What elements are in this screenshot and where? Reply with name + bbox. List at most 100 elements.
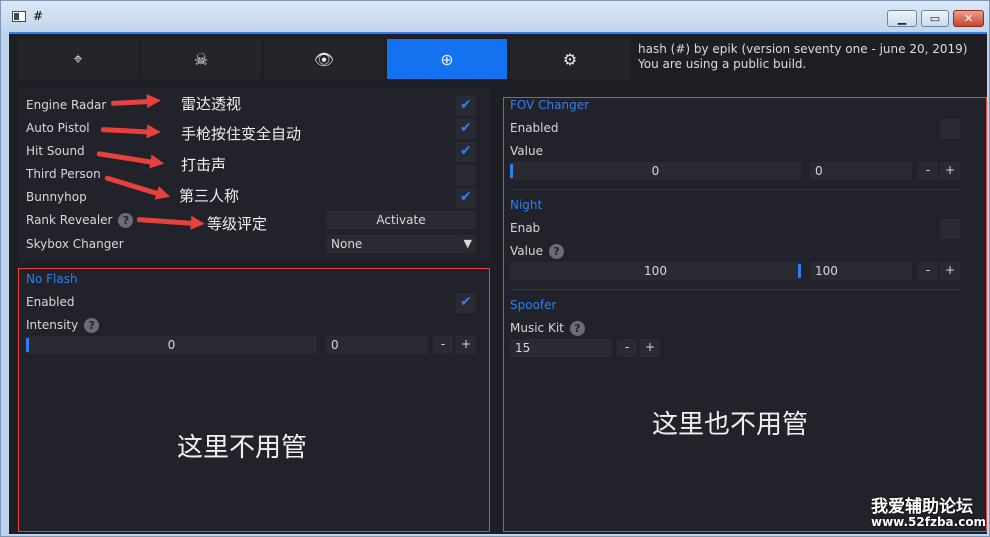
night-slider[interactable]: 100	[510, 262, 801, 280]
annotation-third-person: 第三人称	[179, 187, 240, 205]
fov-enabled-label: Enabled	[510, 121, 559, 135]
annotation-radar: 雷达透视	[181, 95, 242, 113]
skybox-select[interactable]: None ▼	[326, 235, 476, 253]
night-slider-value: 100	[644, 264, 667, 278]
rank-revealer-label: Rank Revealer	[26, 213, 113, 227]
intensity-increment-button[interactable]: +	[456, 336, 476, 354]
app-icon	[12, 11, 26, 22]
slider-handle[interactable]	[26, 338, 29, 352]
left-note-annotation: 这里不用管	[177, 433, 308, 463]
help-icon[interactable]: ?	[569, 321, 585, 336]
slider-handle[interactable]	[510, 164, 513, 178]
music-kit-decrement-button[interactable]: -	[617, 339, 637, 357]
engine-radar-label: Engine Radar	[26, 98, 107, 112]
spoofer-title: Spoofer	[510, 298, 557, 312]
annotation-auto-pistol: 手枪按住变全自动	[181, 125, 302, 143]
night-decrement-button[interactable]: -	[918, 262, 938, 280]
night-enabled-label: Enab	[510, 221, 541, 235]
fov-input[interactable]: 0	[810, 162, 912, 180]
intensity-slider-value: 0	[167, 338, 176, 352]
maximize-icon: ▭	[929, 12, 941, 25]
hit-sound-checkbox[interactable]: ✔	[456, 142, 476, 162]
night-value-row: Value?	[510, 244, 564, 259]
skybox-select-value: None	[331, 237, 363, 251]
fov-slider[interactable]: 0	[510, 162, 801, 180]
chevron-down-icon: ▼	[463, 237, 472, 250]
skybox-changer-label: Skybox Changer	[26, 237, 124, 251]
fov-value-label: Value	[510, 144, 543, 158]
tab-settings[interactable]: ⚙	[510, 39, 630, 79]
maximize-button[interactable]: ▭	[921, 10, 949, 27]
right-panel: FOV Changer Enabled Value 0 0 - + Night …	[503, 97, 987, 532]
night-enabled-checkbox[interactable]	[940, 219, 960, 239]
build-type-text: You are using a public build.	[638, 57, 807, 71]
fov-enabled-checkbox[interactable]	[940, 119, 960, 139]
check-icon: ✔	[460, 97, 472, 113]
check-icon: ✔	[460, 294, 472, 310]
bunnyhop-checkbox[interactable]: ✔	[456, 188, 476, 208]
night-increment-button[interactable]: +	[940, 262, 960, 280]
slider-handle[interactable]	[798, 264, 801, 278]
build-info: hash (#) by epik (version seventy one - …	[638, 42, 967, 72]
tab-aimbot[interactable]: ⌖	[18, 39, 138, 79]
misc-panel: Engine Radar ✔ Auto Pistol ✔ Hit Sound ✔…	[18, 88, 490, 262]
help-icon[interactable]: ?	[84, 318, 100, 333]
no-flash-enabled-checkbox[interactable]: ✔	[456, 293, 476, 313]
music-kit-increment-button[interactable]: +	[640, 339, 660, 357]
window-title: #	[33, 9, 44, 23]
tab-bar: ⌖ ☠ 👁 ⊕ ⚙	[18, 39, 630, 79]
title-bar: # ▁ ▭ ✕	[1, 1, 989, 31]
third-person-checkbox[interactable]	[456, 165, 476, 185]
no-flash-enabled-label: Enabled	[26, 295, 75, 309]
annotation-rank: 等级评定	[207, 215, 268, 233]
intensity-label: Intensity	[26, 318, 79, 332]
divider	[510, 189, 960, 190]
minimize-button[interactable]: ▁	[887, 10, 917, 27]
night-value-label: Value	[510, 244, 543, 258]
fov-slider-value: 0	[651, 164, 660, 178]
help-icon[interactable]: ?	[548, 244, 564, 259]
music-kit-row: Music Kit?	[510, 321, 585, 336]
watermark-url: www.52fzba.com	[871, 515, 987, 529]
night-mode-title: Night	[510, 198, 543, 212]
app-window: # ▁ ▭ ✕ ⌖ ☠ 👁 ⊕ ⚙ hash (#) by epik (vers…	[0, 0, 990, 537]
check-icon: ✔	[460, 189, 472, 205]
close-icon: ✕	[963, 12, 974, 25]
fov-decrement-button[interactable]: -	[918, 162, 938, 180]
close-button[interactable]: ✕	[953, 10, 984, 27]
intensity-row: Intensity?	[26, 318, 100, 333]
crosshair-icon: ⌖	[73, 49, 83, 68]
watermark-title: 我爱辅助论坛	[871, 497, 973, 517]
version-text: hash (#) by epik (version seventy one - …	[638, 42, 968, 56]
engine-radar-checkbox[interactable]: ✔	[456, 96, 476, 116]
annotation-hit-sound: 打击声	[181, 156, 227, 174]
no-flash-panel: No Flash Enabled ✔ Intensity? 0 0 - +	[18, 268, 490, 532]
help-icon[interactable]: ?	[118, 213, 134, 228]
intensity-input[interactable]: 0	[326, 336, 428, 354]
rank-revealer-activate-button[interactable]: Activate	[326, 211, 476, 229]
third-person-label: Third Person	[26, 167, 101, 181]
night-input[interactable]: 100	[810, 262, 912, 280]
skull-icon: ☠	[193, 49, 209, 69]
music-kit-input[interactable]: 15	[510, 339, 612, 357]
fov-increment-button[interactable]: +	[940, 162, 960, 180]
tab-misc[interactable]: ⊕	[387, 39, 507, 79]
gears-icon: ⚙	[562, 49, 578, 69]
divider	[510, 289, 960, 290]
minimize-icon: ▁	[897, 12, 907, 25]
check-icon: ✔	[460, 143, 472, 159]
tab-triggerbot[interactable]: ☠	[141, 39, 261, 79]
tab-visuals[interactable]: 👁	[264, 39, 384, 79]
auto-pistol-checkbox[interactable]: ✔	[456, 119, 476, 139]
intensity-slider[interactable]: 0	[26, 336, 317, 354]
bunnyhop-label: Bunnyhop	[26, 190, 87, 204]
intensity-decrement-button[interactable]: -	[433, 336, 453, 354]
no-flash-title: No Flash	[26, 272, 78, 286]
check-icon: ✔	[460, 120, 472, 136]
auto-pistol-label: Auto Pistol	[26, 121, 90, 135]
fov-changer-title: FOV Changer	[510, 98, 590, 112]
plus-circle-icon: ⊕	[440, 49, 454, 69]
music-kit-label: Music Kit	[510, 321, 564, 335]
right-note-annotation: 这里也不用管	[652, 410, 809, 440]
eye-icon: 👁	[313, 49, 335, 69]
